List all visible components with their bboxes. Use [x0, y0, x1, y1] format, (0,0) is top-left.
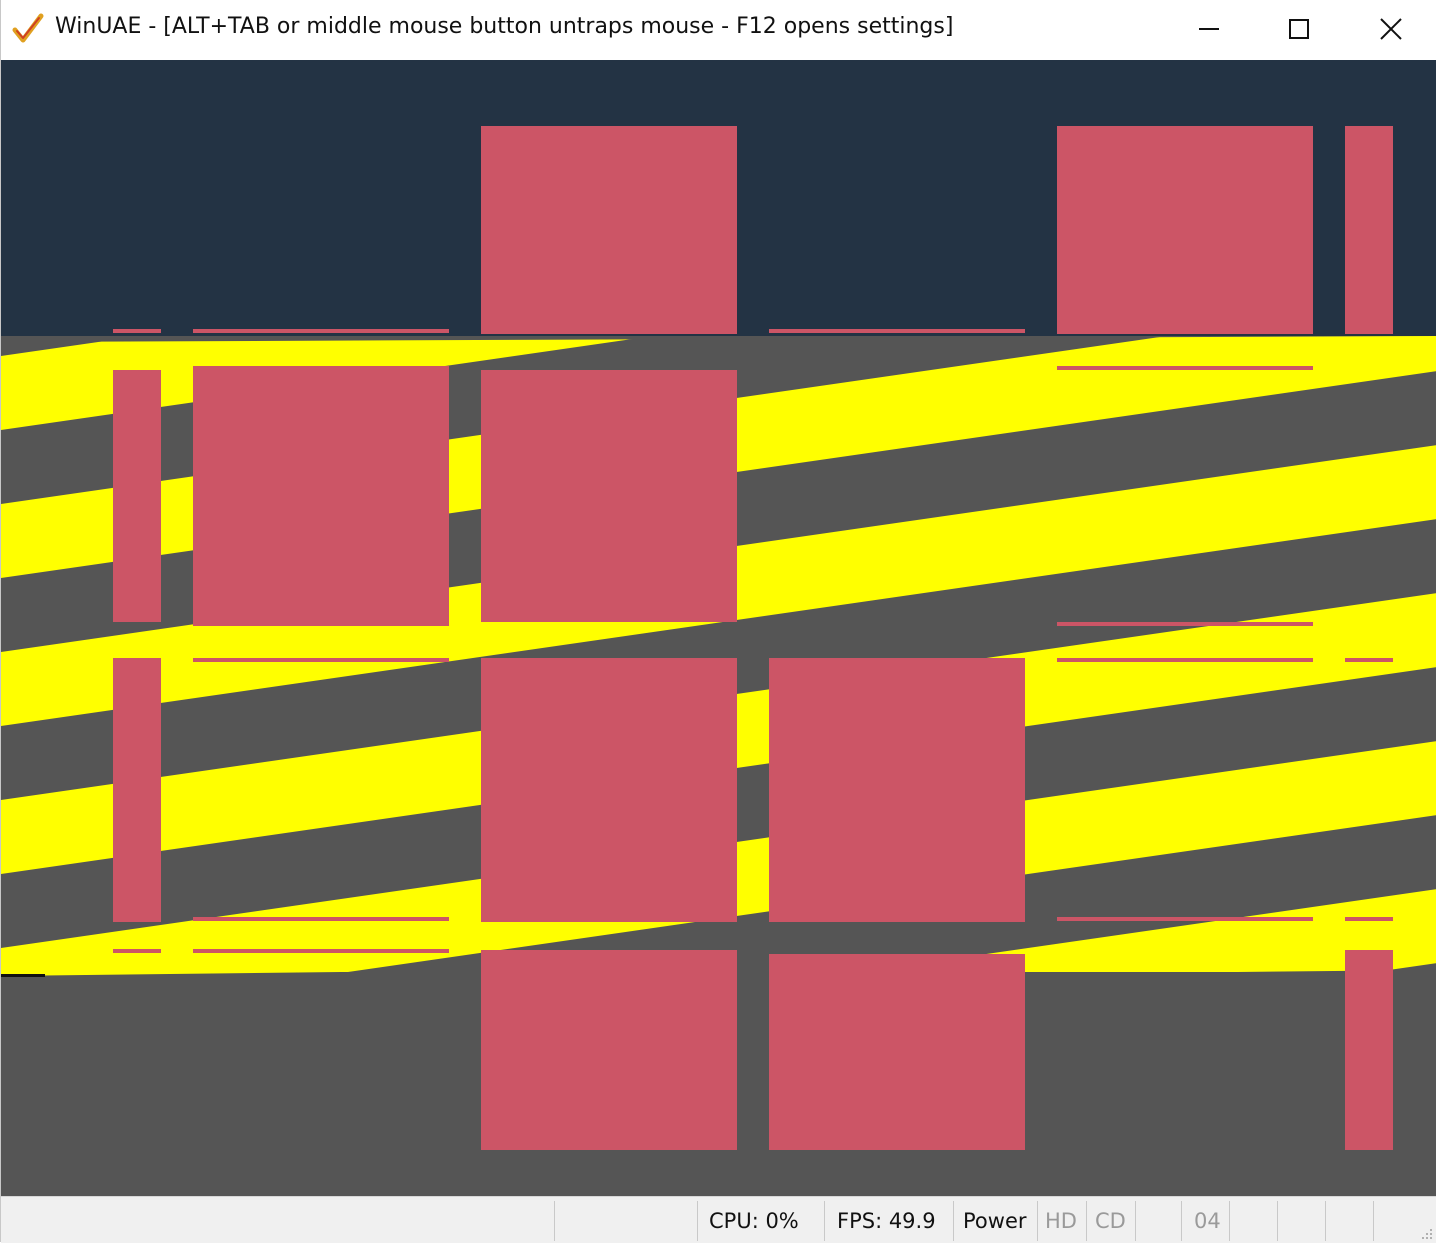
cd-led: CD [1095, 1209, 1126, 1233]
block-line [113, 329, 161, 333]
close-icon [1380, 18, 1402, 40]
status-divider [1135, 1201, 1136, 1241]
winuae-window: WinUAE - [ALT+TAB or middle mouse button… [0, 0, 1436, 1243]
block-line [1057, 366, 1313, 370]
block [481, 658, 737, 922]
block [113, 658, 161, 922]
block-line [193, 329, 449, 333]
block [1057, 126, 1313, 334]
emulator-display[interactable] [1, 60, 1436, 1196]
block [481, 126, 737, 334]
block-line [1345, 917, 1393, 921]
maximize-icon [1289, 19, 1309, 39]
block-line [113, 949, 161, 953]
block-line [1057, 917, 1313, 921]
status-divider [1325, 1201, 1326, 1241]
resize-grip-icon[interactable] [1419, 1225, 1433, 1239]
block [113, 370, 161, 622]
status-divider [824, 1201, 825, 1241]
status-divider [697, 1201, 698, 1241]
status-divider [1229, 1201, 1230, 1241]
status-divider [1086, 1201, 1087, 1241]
power-led: Power [963, 1209, 1027, 1233]
block-line [193, 949, 449, 953]
block [769, 954, 1025, 1150]
winuae-checkmark-icon[interactable] [11, 12, 45, 46]
status-divider [1277, 1201, 1278, 1241]
status-divider [554, 1201, 555, 1241]
emulator-screen [1, 60, 1436, 1196]
title-bar[interactable]: WinUAE - [ALT+TAB or middle mouse button… [1, 0, 1436, 60]
maximize-button[interactable] [1253, 0, 1345, 58]
block [1345, 950, 1393, 1150]
close-button[interactable] [1345, 0, 1436, 58]
hd-led: HD [1045, 1209, 1077, 1233]
status-divider [1181, 1201, 1182, 1241]
status-divider [1037, 1201, 1038, 1241]
block [481, 950, 737, 1150]
status-bar: CPU: 0% FPS: 49.9 Power HD CD 04 [1, 1196, 1436, 1243]
block-line [193, 917, 449, 921]
status-divider [953, 1201, 954, 1241]
scanline-marker [1, 974, 45, 977]
status-divider [1373, 1201, 1374, 1241]
minimize-icon [1199, 19, 1219, 39]
block [769, 658, 1025, 922]
minimize-button[interactable] [1163, 0, 1255, 58]
floppy-track-counter: 04 [1194, 1209, 1221, 1233]
block-line [769, 329, 1025, 333]
block-line [193, 658, 449, 662]
cpu-usage: CPU: 0% [709, 1209, 799, 1233]
block-line [1057, 622, 1313, 626]
window-title: WinUAE - [ALT+TAB or middle mouse button… [55, 14, 954, 39]
fps-counter: FPS: 49.9 [837, 1209, 936, 1233]
block [193, 366, 449, 626]
block [1345, 126, 1393, 334]
block [481, 370, 737, 622]
block-line [1057, 658, 1313, 662]
block-line [1345, 658, 1393, 662]
